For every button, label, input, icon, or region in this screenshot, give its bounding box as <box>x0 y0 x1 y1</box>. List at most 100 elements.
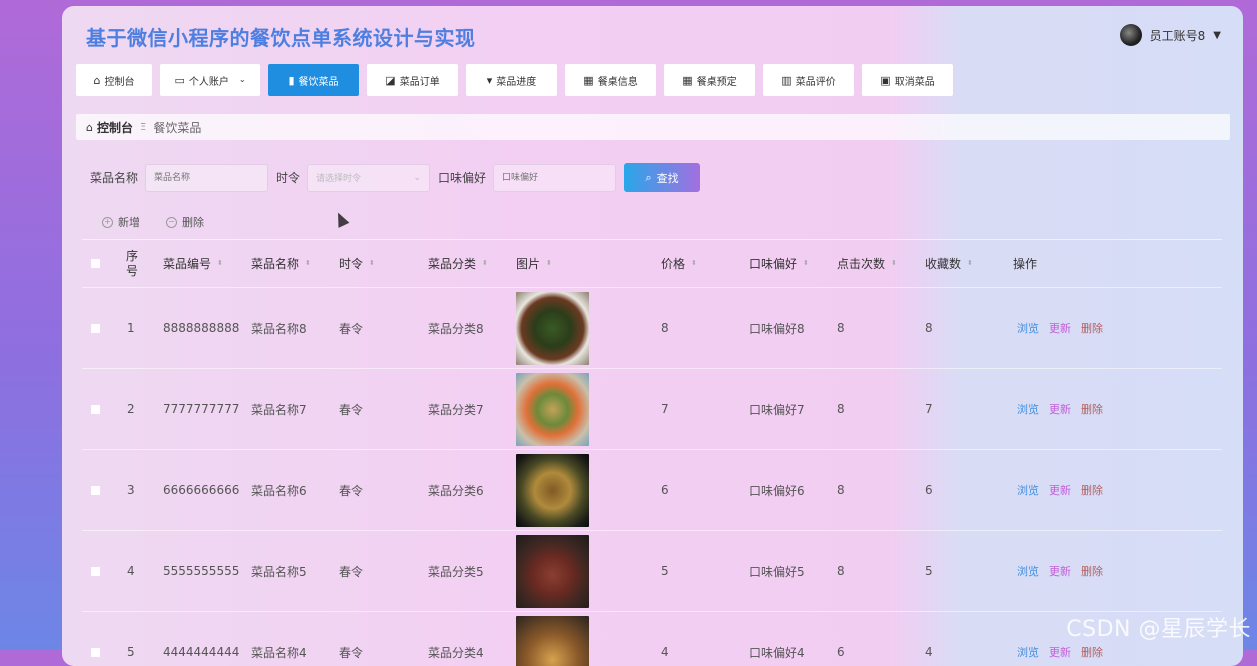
sort-icon: ⬍ <box>305 260 311 267</box>
nav-cancel-dish[interactable]: ▣ 取消菜品 <box>862 64 953 96</box>
app-title: 基于微信小程序的餐饮点单系统设计与实现 <box>86 22 476 51</box>
nav-reviews[interactable]: ▥ 菜品评价 <box>763 64 854 96</box>
cell-seq: 4 <box>127 531 135 611</box>
nav-label: 菜品订单 <box>400 73 440 88</box>
dish-image[interactable] <box>516 373 589 446</box>
header-ops: 操作 <box>1013 240 1037 287</box>
delete-link[interactable]: 删除 <box>1081 563 1103 579</box>
row-select-cell <box>91 369 100 449</box>
chart-icon: ◪ <box>385 75 395 86</box>
avatar[interactable] <box>1120 24 1142 46</box>
update-link[interactable]: 更新 <box>1049 401 1071 417</box>
header-code[interactable]: 菜品编号⬍ <box>163 240 223 287</box>
header-name[interactable]: 菜品名称 ⬍ <box>251 240 311 287</box>
nav-label: 控制台 <box>104 73 134 88</box>
find-label: 查找 <box>657 170 679 186</box>
update-link[interactable]: 更新 <box>1049 563 1071 579</box>
nav-dishes[interactable]: ▮ 餐饮菜品 <box>268 64 359 96</box>
row-checkbox[interactable] <box>91 324 100 333</box>
view-link[interactable]: 浏览 <box>1017 563 1039 579</box>
dish-image[interactable] <box>516 454 589 527</box>
row-select-cell <box>91 531 100 611</box>
find-button[interactable]: ⌕ 查找 <box>624 163 700 192</box>
home-icon: ⌂ <box>86 121 93 134</box>
row-checkbox[interactable] <box>91 567 100 576</box>
header-favorites-label: 收藏数 <box>925 255 961 272</box>
update-link[interactable]: 更新 <box>1049 644 1071 660</box>
delete-button[interactable]: − 删除 <box>166 214 204 230</box>
dish-image[interactable] <box>516 616 589 666</box>
caret-down-icon: ▼ <box>1213 30 1221 41</box>
dish-name-input[interactable] <box>145 164 268 192</box>
header-price[interactable]: 价格⬍ <box>661 240 697 287</box>
delete-link[interactable]: 删除 <box>1081 320 1103 336</box>
cell-seq: 5 <box>127 612 135 666</box>
cell-taste: 口味偏好7 <box>749 369 805 449</box>
cell-price: 7 <box>661 369 669 449</box>
dish-image[interactable] <box>516 292 589 365</box>
view-link[interactable]: 浏览 <box>1017 320 1039 336</box>
header-seq: 序号 <box>126 240 140 287</box>
cell-clicks: 8 <box>837 288 845 368</box>
season-select[interactable]: 请选择时令 ⌄ <box>307 164 430 192</box>
header-clicks[interactable]: 点击次数⬍ <box>837 240 897 287</box>
add-button[interactable]: + 新增 <box>102 214 140 230</box>
cell-code: 7777777777 <box>163 369 239 449</box>
user-menu[interactable]: 员工账号8 ▼ <box>1120 24 1221 46</box>
delete-link[interactable]: 删除 <box>1081 401 1103 417</box>
cell-category: 菜品分类6 <box>428 450 484 530</box>
nav-label: 餐桌信息 <box>598 73 638 88</box>
header-price-label: 价格 <box>661 255 685 272</box>
header-image[interactable]: 图片 ⬍ <box>516 240 552 287</box>
cell-taste: 口味偏好4 <box>749 612 805 666</box>
cell-code: 5555555555 <box>163 531 239 611</box>
cell-category: 菜品分类7 <box>428 369 484 449</box>
cell-clicks: 8 <box>837 450 845 530</box>
header-code-label: 菜品编号 <box>163 255 211 272</box>
header-category[interactable]: 菜品分类⬍ <box>428 240 488 287</box>
select-all-checkbox[interactable] <box>91 259 100 268</box>
nav-orders[interactable]: ◪ 菜品订单 <box>367 64 458 96</box>
nav-personal-account[interactable]: ▭ 个人账户 ⌄ <box>160 64 260 96</box>
cell-code: 4444444444 <box>163 612 239 666</box>
nav-label: 餐饮菜品 <box>299 73 339 88</box>
nav-label: 餐桌预定 <box>697 73 737 88</box>
home-icon: ⌂ <box>94 75 101 86</box>
header-favorites[interactable]: 收藏数⬍ <box>925 240 973 287</box>
sort-icon: ⬍ <box>546 260 552 267</box>
dish-image[interactable] <box>516 535 589 608</box>
row-checkbox[interactable] <box>91 405 100 414</box>
grid-icon: ▦ <box>682 75 692 86</box>
taste-input[interactable] <box>493 164 616 192</box>
cell-category: 菜品分类4 <box>428 612 484 666</box>
cell-season: 春令 <box>339 450 363 530</box>
book-icon: ▮ <box>288 75 294 86</box>
clipboard-check-icon: ▣ <box>880 75 890 86</box>
view-link[interactable]: 浏览 <box>1017 482 1039 498</box>
cell-name: 菜品名称7 <box>251 369 307 449</box>
minus-circle-icon: − <box>166 217 177 228</box>
header-season[interactable]: 时令⬍ <box>339 240 375 287</box>
update-link[interactable]: 更新 <box>1049 482 1071 498</box>
table-row: 1 8888888888 菜品名称8 春令 菜品分类8 8 口味偏好8 8 8 … <box>82 288 1222 369</box>
cell-image <box>516 531 589 611</box>
nav-dashboard[interactable]: ⌂ 控制台 <box>76 64 152 96</box>
update-link[interactable]: 更新 <box>1049 320 1071 336</box>
delete-link[interactable]: 删除 <box>1081 644 1103 660</box>
cell-image <box>516 612 589 666</box>
header-image-label: 图片 <box>516 255 540 272</box>
view-link[interactable]: 浏览 <box>1017 644 1039 660</box>
header-name-label: 菜品名称 <box>251 255 299 272</box>
row-select-cell <box>91 288 100 368</box>
delete-link[interactable]: 删除 <box>1081 482 1103 498</box>
nav-table-info[interactable]: ▦ 餐桌信息 <box>565 64 656 96</box>
dishes-table: 序号 菜品编号⬍ 菜品名称 ⬍ 时令⬍ 菜品分类⬍ 图片 ⬍ 价格⬍ 口味偏好⬍ 点… <box>82 239 1222 666</box>
cell-image <box>516 288 589 368</box>
nav-progress[interactable]: ▾ 菜品进度 <box>466 64 557 96</box>
cell-ops: 浏览 更新 删除 <box>1017 369 1103 449</box>
row-checkbox[interactable] <box>91 486 100 495</box>
nav-table-reservation[interactable]: ▦ 餐桌预定 <box>664 64 755 96</box>
view-link[interactable]: 浏览 <box>1017 401 1039 417</box>
header-taste[interactable]: 口味偏好⬍ <box>749 240 809 287</box>
breadcrumb-home[interactable]: 控制台 <box>97 119 133 136</box>
